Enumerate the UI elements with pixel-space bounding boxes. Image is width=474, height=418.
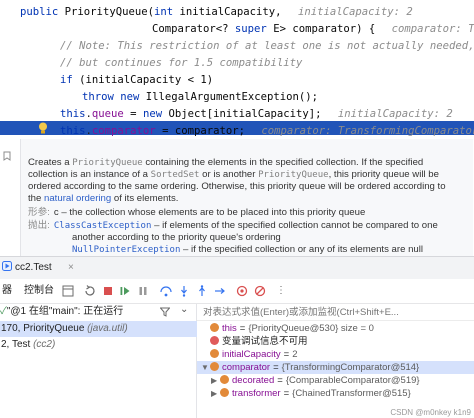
code-line-8: this.comparator = comparator; comparator… [60, 123, 474, 140]
doc-comment-icon[interactable] [3, 151, 11, 161]
field-icon [220, 375, 229, 384]
field-icon [210, 323, 219, 332]
info-icon [210, 336, 219, 345]
step-out-icon[interactable] [196, 285, 208, 297]
code-line-4: // but continues for 1.5 compatibility [60, 57, 303, 69]
chevron-down-icon[interactable]: ⌄ [180, 304, 188, 315]
chevron-right-icon[interactable]: ▶ [211, 387, 220, 400]
doc-throws-1b: another according to the priority queue'… [72, 232, 281, 243]
stop-icon[interactable] [102, 285, 114, 297]
variables-pane: this={PriorityQueue@530} size = 0 变量调试信息… [197, 304, 474, 418]
run-config-icon [2, 261, 12, 271]
mute-breakpoints-icon[interactable] [254, 285, 266, 297]
debug-tabs-bar: cc2.Test × [0, 256, 474, 281]
natural-ordering-link[interactable]: natural ordering [44, 193, 111, 204]
tab-close-icon[interactable]: × [68, 257, 74, 279]
doc-throws-2: NullPointerException – if the specified … [72, 244, 424, 255]
frame-row[interactable]: 170, PriorityQueue (java.util) [0, 321, 197, 337]
inline-hint: initialCapacity: 2 [297, 6, 413, 18]
chevron-down-icon[interactable]: ▼ [201, 361, 210, 374]
variable-row[interactable]: ▶ transformer = {ChainedTransformer@515} [197, 387, 474, 400]
console-tab[interactable]: 控制台 [24, 279, 54, 303]
watermark: CSDN @m0nkey k1n9 [390, 408, 471, 417]
lightbulb-icon[interactable] [37, 121, 49, 135]
chevron-right-icon[interactable]: ▶ [211, 374, 220, 387]
layout-icon[interactable] [62, 285, 74, 297]
doc-line-2: collection is an instance of a SortedSet… [28, 169, 439, 180]
code-editor[interactable]: public PriorityQueue(int initialCapacity… [0, 0, 474, 256]
code-line-3: // Note: This restriction of at least on… [60, 40, 474, 52]
variable-row[interactable]: 变量调试信息不可用 [197, 335, 474, 348]
pause-icon[interactable] [137, 285, 149, 297]
frame-row[interactable]: 2, Test (cc2) [0, 337, 197, 353]
variable-row[interactable]: initialCapacity = 2 [197, 348, 474, 361]
rerun-icon[interactable] [84, 285, 96, 297]
code-line-5: if (initialCapacity < 1) [60, 74, 214, 86]
step-over-icon[interactable] [160, 285, 172, 297]
resume-icon[interactable] [119, 285, 131, 297]
variable-row[interactable]: this = {PriorityQueue@530} size = 0 [197, 322, 474, 335]
inline-hint: comparator: TransformingComparator@514 [391, 23, 474, 35]
doc-line-3: ordered according to the same ordering. … [28, 181, 446, 192]
field-icon [210, 349, 219, 358]
variable-row[interactable]: ▶ decorated = {ComparableComparator@519} [197, 374, 474, 387]
doc-line-1: Creates a PriorityQueue containing the e… [28, 157, 424, 168]
doc-throws-1: 抛出: ClassCastException – if elements of t… [28, 220, 438, 231]
code-line-2: Comparator<? super E> comparator) { comp… [152, 21, 474, 38]
evaluate-expression-input[interactable] [203, 305, 453, 319]
doc-line-4: the natural ordering of its elements. [28, 193, 179, 204]
doc-params: 形参: c – the collection whose elements are… [28, 207, 366, 218]
step-into-icon[interactable] [178, 285, 190, 297]
view-breakpoints-icon[interactable] [236, 285, 248, 297]
evaluate-expression-bar [197, 304, 474, 321]
field-icon [220, 388, 229, 397]
frames-pane: ✓"@1 在组"main": 正在运行 ⌄ 170, PriorityQueue… [0, 304, 197, 418]
debugger-tab[interactable]: 器 [2, 279, 12, 303]
code-line-1: public PriorityQueue(int initialCapacity… [20, 6, 413, 18]
more-icon[interactable]: ⋮ [276, 279, 286, 303]
field-icon [210, 362, 219, 371]
check-icon: ✓ [0, 306, 7, 317]
inline-hint: initialCapacity: 2 [337, 108, 453, 120]
debug-toolbar: 器 控制台 ⋮ [0, 279, 474, 304]
filter-icon[interactable] [160, 307, 170, 317]
inline-hint: comparator: TransformingComparator@514 [261, 125, 474, 137]
tab-cc2-test[interactable]: cc2.Test [0, 257, 60, 281]
variable-row[interactable]: ▼ comparator = {TransformingComparator@514} [197, 361, 474, 374]
null-pointer-exception-link[interactable]: NullPointerException [72, 245, 180, 255]
code-line-6: throw new IllegalArgumentException(); [82, 91, 319, 103]
run-to-cursor-icon[interactable] [214, 285, 226, 297]
class-cast-exception-link[interactable]: ClassCastException [54, 221, 152, 231]
